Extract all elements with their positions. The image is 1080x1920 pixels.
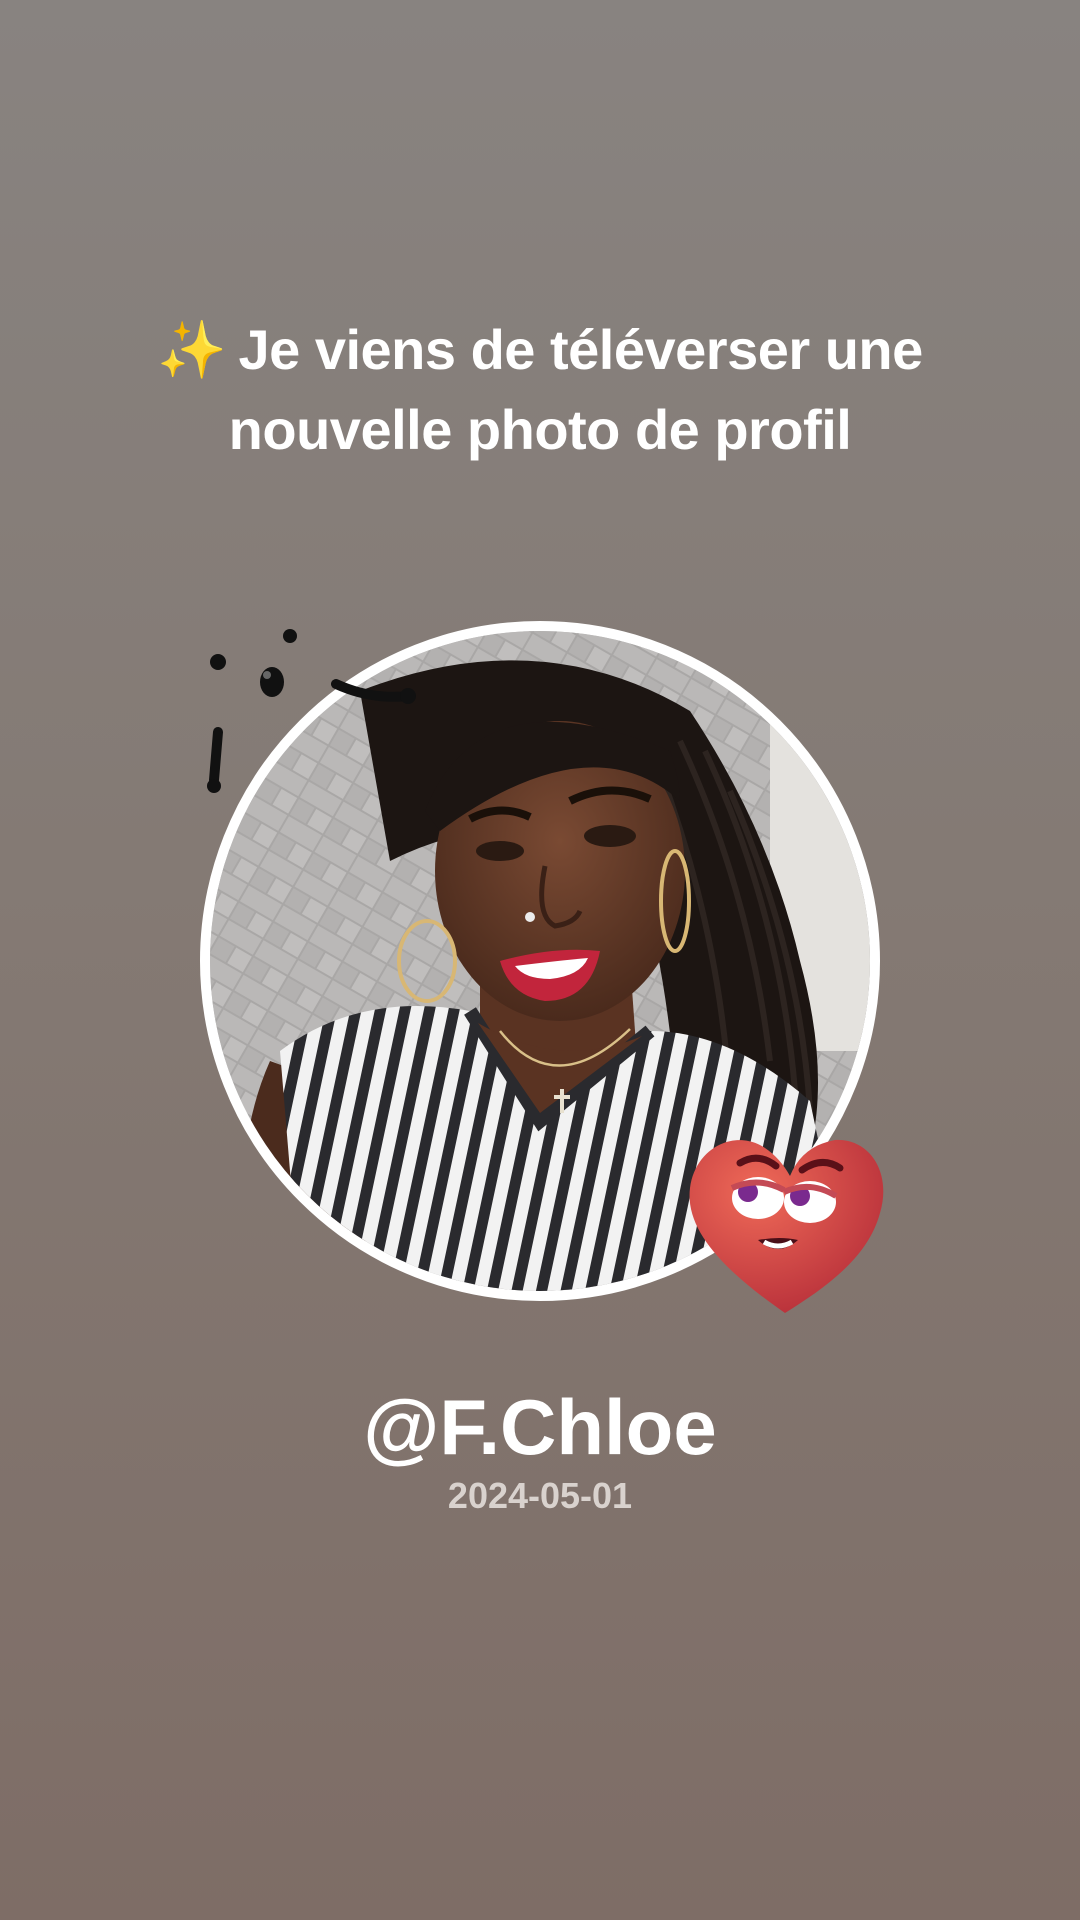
sparkles-icon: ✨ — [157, 318, 227, 381]
doodle-sticker — [207, 629, 416, 793]
post-date: 2024-05-01 — [447, 1475, 633, 1516]
username[interactable]: @F.Chloe — [0, 1382, 1080, 1472]
announcement-text: Je viens de téléverser une nouvelle phot… — [228, 318, 924, 461]
heart-face-icon — [689, 1139, 884, 1313]
announcement-headline: ✨ Je viens de téléverser une nouvelle pho… — [140, 310, 940, 470]
